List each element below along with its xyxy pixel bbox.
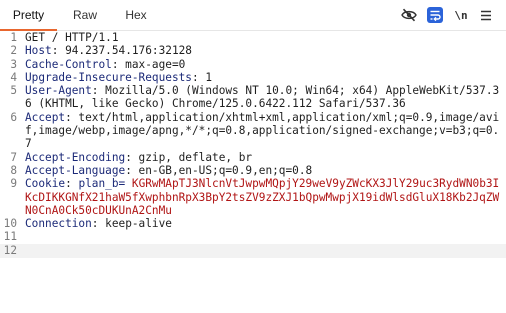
line-number: 9: [10, 177, 17, 191]
header-name: Connection: [25, 217, 92, 231]
header-value: : en-GB,en-US;q=0.9,en;q=0.8: [125, 163, 313, 177]
empty-line: 11: [0, 230, 506, 243]
header-line: 3 Cache-Control: max-age=0: [0, 58, 506, 71]
header-value: : text/html,application/xhtml+xml,applic…: [25, 110, 500, 151]
header-name: Accept-Language: [25, 163, 126, 177]
request-editor[interactable]: 1 GET / HTTP/1.1 2 Host: 94.237.54.176:3…: [0, 31, 506, 313]
empty-line-cursor[interactable]: 12: [0, 243, 506, 258]
header-value: : gzip, deflate, br: [125, 150, 253, 164]
message-view-tabbar: Pretty Raw Hex \n: [0, 0, 506, 31]
header-line: 8 Accept-Language: en-GB,en-US;q=0.9,en;…: [0, 164, 506, 177]
line-number: 7: [10, 150, 17, 164]
header-line: 2 Host: 94.237.54.176:32128: [0, 44, 506, 57]
header-name: Upgrade-Insecure-Requests: [25, 70, 192, 84]
line-number: 2: [10, 44, 17, 58]
line-number: 8: [10, 163, 17, 177]
header-line: 6 Accept: text/html,application/xhtml+xm…: [0, 111, 506, 151]
header-value: : max-age=0: [111, 57, 186, 71]
header-separator: :: [65, 177, 79, 191]
header-value: : 1: [191, 70, 213, 84]
tab-pretty[interactable]: Pretty: [0, 0, 57, 31]
line-number: 10: [3, 217, 17, 231]
header-name: Accept-Encoding: [25, 150, 126, 164]
header-value: : 94.237.54.176:32128: [51, 44, 192, 58]
header-line: 7 Accept-Encoding: gzip, deflate, br: [0, 151, 506, 164]
header-name: Cache-Control: [25, 57, 112, 71]
tab-hex[interactable]: Hex: [114, 0, 158, 30]
tab-raw[interactable]: Raw: [63, 0, 107, 30]
line-number: 6: [10, 110, 17, 124]
header-value: : Mozilla/5.0 (Windows NT 10.0; Win64; x…: [25, 84, 500, 111]
header-line: 10 Connection: keep-alive: [0, 217, 506, 230]
header-name: Cookie: [25, 177, 66, 191]
eye-slash-icon[interactable]: [400, 7, 418, 23]
line-number: 4: [10, 70, 17, 84]
line-number: 1: [10, 31, 17, 44]
header-name: Host: [25, 44, 52, 58]
cookie-header-line: 9 Cookie: plan_b= KGRwMApTJ3NlcnVtJwpwMQ…: [0, 177, 506, 217]
header-name: User-Agent: [25, 84, 92, 98]
request-line: 1 GET / HTTP/1.1: [0, 31, 506, 44]
header-name: Accept: [25, 110, 66, 124]
line-number: 3: [10, 57, 17, 71]
request-line-text: GET / HTTP/1.1: [25, 31, 119, 44]
header-line: 4 Upgrade-Insecure-Requests: 1: [0, 71, 506, 84]
line-number: 11: [3, 230, 17, 244]
header-line: 5 User-Agent: Mozilla/5.0 (Windows NT 10…: [0, 84, 506, 111]
line-number: 12: [3, 243, 17, 257]
newline-toggle-button[interactable]: \n: [451, 7, 471, 23]
cookie-name: plan_b=: [78, 177, 126, 191]
line-number: 5: [10, 84, 17, 98]
header-value: : keep-alive: [91, 217, 172, 231]
wrap-lines-icon[interactable]: [426, 7, 444, 23]
hamburger-menu-icon[interactable]: [479, 7, 493, 23]
